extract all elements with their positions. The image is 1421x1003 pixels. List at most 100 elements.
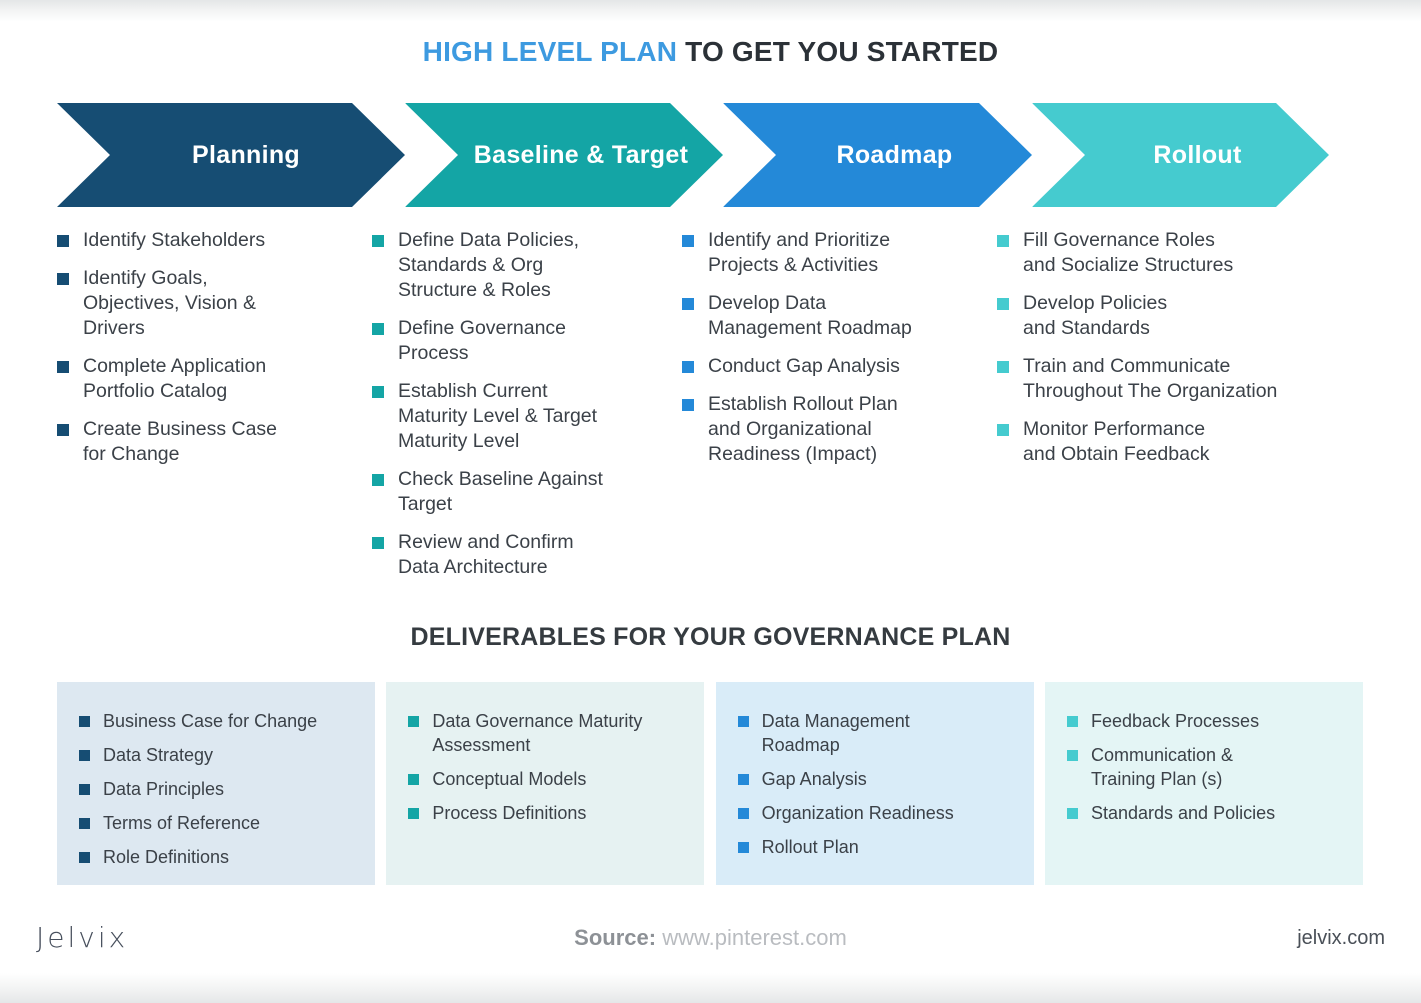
phase-bullet-label: Review and Confirm Data Architecture [398, 531, 574, 578]
deliverable-label: Communication & Training Plan (s) [1090, 745, 1234, 789]
chevron-label: Rollout [1153, 140, 1242, 169]
process-chevron-band: Planning Baseline & Target Roadmap Rollo… [57, 101, 1329, 209]
deliverable-label: Standards and Policies [1090, 803, 1276, 823]
deliverable-item: Business Case for Change [79, 709, 357, 733]
chevron-label: Baseline & Target [473, 140, 689, 169]
bullet-square-icon [682, 298, 694, 310]
deliverable-label: Business Case for Change [103, 711, 318, 731]
bullet-square-icon [682, 399, 694, 411]
bullet-square-icon [57, 424, 69, 436]
page-title: HIGH LEVEL PLAN TO GET YOU STARTED [0, 36, 1421, 68]
chevron-phase-rollout[interactable]: Rollout [1032, 103, 1329, 207]
phase-bullet-item: Establish Current Maturity Level & Targe… [372, 379, 682, 454]
chevron-label: Planning [192, 140, 300, 169]
phase-bullet-item: Complete Application Portfolio Catalog [57, 354, 372, 404]
deliverable-label: Data Strategy [103, 745, 214, 765]
phase-bullet-label: Identify Stakeholders [83, 229, 266, 251]
phase-bullet-label: Monitor Performance and Obtain Feedback [1023, 418, 1210, 465]
phase-column-roadmap: Identify and Prioritize Projects & Activ… [682, 228, 997, 593]
deliverable-item: Organization Readiness [737, 801, 1016, 825]
deliverable-item: Standards and Policies [1066, 801, 1345, 825]
phase-columns: Identify Stakeholders Identify Goals, Obj… [57, 228, 1387, 593]
phase-bullet-label: Complete Application Portfolio Catalog [83, 355, 267, 402]
phase-bullet-label: Establish Current Maturity Level & Targe… [398, 380, 598, 452]
bullet-square-icon [372, 386, 384, 398]
phase-bullet-item: Identify Stakeholders [57, 228, 372, 253]
bullet-square-icon [408, 808, 420, 819]
deliverables-box-baseline-target: Data Governance Maturity Assessment Conce… [386, 682, 705, 885]
bullet-square-icon [372, 235, 384, 247]
bullet-square-icon [408, 716, 420, 727]
chevron-phase-planning[interactable]: Planning [57, 103, 405, 207]
deliverable-label: Role Definitions [103, 847, 230, 867]
deliverable-item: Data Strategy [79, 743, 357, 767]
phase-bullet-item: Develop Policies and Standards [997, 291, 1377, 341]
bullet-square-icon [1066, 716, 1078, 727]
bullet-square-icon [57, 235, 69, 247]
deliverables-box-rollout: Feedback Processes Communication & Traini… [1044, 682, 1363, 885]
deliverable-item: Communication & Training Plan (s) [1066, 743, 1345, 791]
phase-bullet-item: Conduct Gap Analysis [682, 354, 997, 379]
source-label: Source: [574, 925, 657, 950]
phase-bullet-label: Conduct Gap Analysis [708, 355, 900, 377]
bottom-edge-gradient [0, 973, 1421, 1003]
deliverable-label: Rollout Plan [761, 837, 859, 857]
bullet-square-icon [737, 842, 749, 853]
phase-bullet-label: Develop Data Management Roadmap [708, 292, 912, 339]
bullet-square-icon [372, 474, 384, 486]
bullet-square-icon [79, 818, 90, 829]
deliverable-item: Rollout Plan [737, 835, 1016, 859]
chevron-phase-roadmap[interactable]: Roadmap [723, 103, 1032, 207]
bullet-square-icon [997, 235, 1009, 247]
bullet-square-icon [997, 361, 1009, 373]
bullet-square-icon [737, 808, 749, 819]
deliverable-label: Terms of Reference [103, 813, 261, 833]
chevron-phase-baseline-target[interactable]: Baseline & Target [405, 103, 723, 207]
site-url: jelvix.com [1297, 927, 1385, 949]
deliverable-label: Conceptual Models [432, 769, 587, 789]
bullet-square-icon [408, 774, 420, 785]
deliverable-label: Organization Readiness [761, 803, 954, 823]
bullet-square-icon [997, 298, 1009, 310]
deliverable-item: Gap Analysis [737, 767, 1016, 791]
deliverable-item: Data Management Roadmap [737, 709, 1016, 757]
bullet-square-icon [1066, 750, 1078, 761]
deliverable-label: Process Definitions [432, 803, 587, 823]
phase-bullet-item: Establish Rollout Plan and Organizationa… [682, 392, 997, 467]
phase-bullet-item: Identify Goals, Objectives, Vision & Dri… [57, 266, 372, 341]
phase-column-rollout: Fill Governance Roles and Socialize Stru… [997, 228, 1377, 593]
bullet-square-icon [737, 774, 749, 785]
source-attribution: Source: www.pinterest.com [0, 925, 1421, 951]
deliverables-box-planning: Business Case for Change Data Strategy Dat… [57, 682, 375, 885]
phase-bullet-label: Identify Goals, Objectives, Vision & Dri… [83, 267, 257, 339]
deliverable-label: Feedback Processes [1090, 711, 1260, 731]
phase-bullet-label: Check Baseline Against Target [398, 468, 603, 515]
phase-bullet-label: Establish Rollout Plan and Organizationa… [708, 393, 898, 465]
phase-bullet-item: Define Data Policies, Standards & Org St… [372, 228, 682, 303]
phase-bullet-item: Define Governance Process [372, 316, 682, 366]
phase-bullet-label: Develop Policies and Standards [1023, 292, 1168, 339]
bullet-square-icon [1066, 808, 1078, 819]
bullet-square-icon [682, 361, 694, 373]
phase-bullet-item: Review and Confirm Data Architecture [372, 530, 682, 580]
top-edge-gradient [0, 0, 1421, 22]
phase-bullet-item: Check Baseline Against Target [372, 467, 682, 517]
source-url: www.pinterest.com [656, 925, 847, 950]
bullet-square-icon [737, 716, 749, 727]
bullet-square-icon [57, 273, 69, 285]
bullet-square-icon [57, 361, 69, 373]
deliverable-item: Conceptual Models [408, 767, 686, 791]
phase-bullet-item: Identify and Prioritize Projects & Activ… [682, 228, 997, 278]
deliverable-label: Gap Analysis [761, 769, 867, 789]
deliverable-item: Feedback Processes [1066, 709, 1345, 733]
infographic-canvas: HIGH LEVEL PLAN TO GET YOU STARTED Plann… [0, 0, 1421, 1003]
bullet-square-icon [79, 852, 90, 863]
deliverables-boxes: Business Case for Change Data Strategy Dat… [57, 682, 1363, 885]
phase-bullet-label: Fill Governance Roles and Socialize Stru… [1023, 229, 1234, 276]
deliverable-item: Role Definitions [79, 845, 357, 869]
deliverables-box-roadmap: Data Management Roadmap Gap Analysis Organ… [715, 682, 1034, 885]
phase-bullet-item: Create Business Case for Change [57, 417, 372, 467]
bullet-square-icon [79, 750, 90, 761]
deliverable-item: Terms of Reference [79, 811, 357, 835]
deliverable-item: Data Principles [79, 777, 357, 801]
